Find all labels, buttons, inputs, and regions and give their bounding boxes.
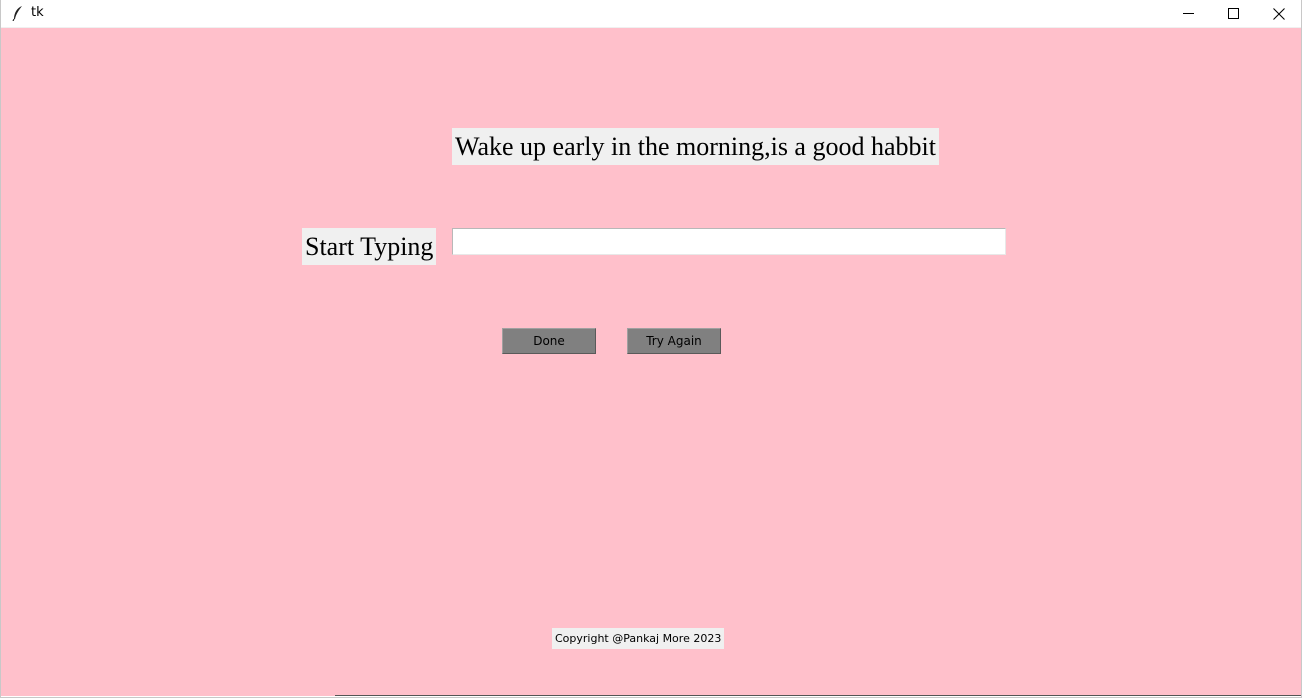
feather-icon	[11, 5, 25, 22]
close-button[interactable]	[1256, 0, 1302, 27]
window-title: tk	[31, 5, 44, 20]
minimize-icon	[1182, 8, 1194, 19]
title-bar[interactable]: tk	[1, 0, 1301, 28]
main-area: Wake up early in the morning,is a good h…	[1, 28, 1301, 696]
start-typing-label: Start Typing	[302, 228, 437, 265]
done-button[interactable]: Done	[502, 328, 596, 354]
target-sentence: Wake up early in the morning,is a good h…	[452, 128, 939, 165]
close-icon	[1273, 7, 1285, 20]
try-again-button[interactable]: Try Again	[627, 328, 721, 354]
maximize-button[interactable]	[1210, 0, 1256, 27]
minimize-button[interactable]	[1165, 0, 1211, 27]
copyright-label: Copyright @Pankaj More 2023	[552, 628, 725, 649]
bottom-edge	[335, 695, 1301, 696]
app-window: tk Wake up early in the morning,is a goo…	[0, 0, 1302, 698]
typing-input[interactable]	[452, 228, 1006, 255]
maximize-icon	[1227, 8, 1239, 19]
